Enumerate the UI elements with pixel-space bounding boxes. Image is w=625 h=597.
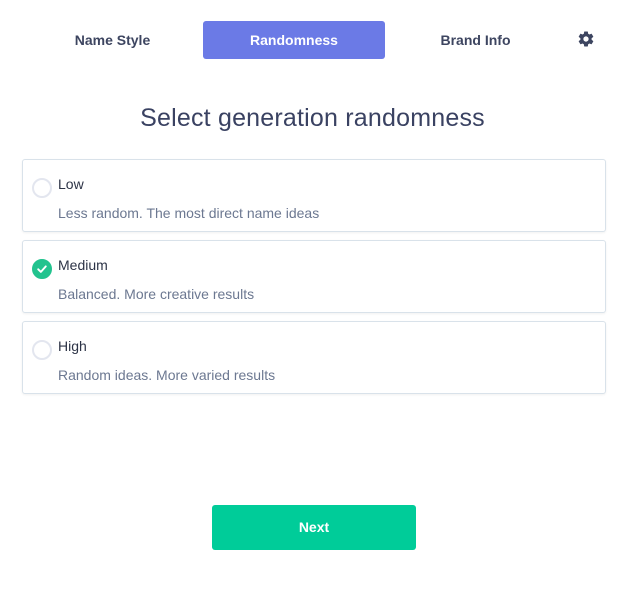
gear-icon[interactable] [577, 30, 595, 48]
tab-name-style[interactable]: Name Style [22, 21, 203, 59]
tab-brand-info[interactable]: Brand Info [385, 21, 566, 59]
radio-unchecked-icon[interactable] [32, 340, 52, 360]
option-description: Random ideas. More varied results [58, 367, 276, 383]
option-description: Balanced. More creative results [58, 286, 255, 302]
option-title: Medium [58, 257, 108, 273]
next-button[interactable]: Next [212, 505, 416, 550]
radio-unchecked-icon[interactable] [32, 178, 52, 198]
option-title: Low [58, 176, 84, 192]
option-description: Less random. The most direct name ideas [58, 205, 320, 221]
option-high[interactable]: High Random ideas. More varied results [22, 321, 606, 394]
option-title: High [58, 338, 87, 354]
option-low[interactable]: Low Less random. The most direct name id… [22, 159, 606, 232]
option-medium[interactable]: Medium Balanced. More creative results [22, 240, 606, 313]
checkmark-circle-icon[interactable] [32, 259, 52, 279]
page-title: Select generation randomness [140, 104, 485, 132]
tab-bar: Name Style Randomness Brand Info [22, 21, 606, 59]
tab-randomness[interactable]: Randomness [203, 21, 385, 59]
